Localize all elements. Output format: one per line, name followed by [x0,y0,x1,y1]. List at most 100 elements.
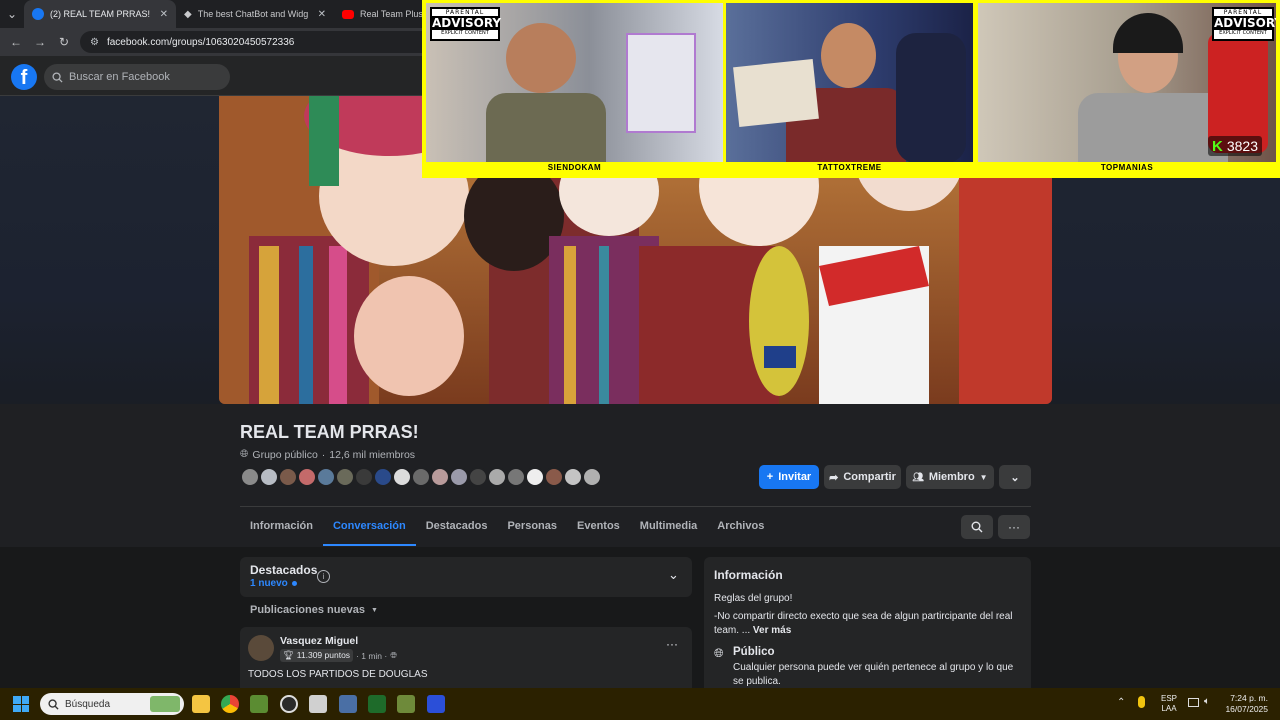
taskbar-search-placeholder: Búsqueda [65,698,111,710]
facebook-logo-icon[interactable]: f [11,64,37,90]
clock-date: 16/07/2025 [1225,704,1268,714]
windows-start-icon[interactable] [13,696,29,712]
avatar[interactable] [506,467,526,487]
tab-multimedia[interactable]: Multimedia [630,514,707,546]
back-arrow-icon[interactable]: ← [4,35,28,49]
cam-label: TOPMANIAS [1100,163,1154,172]
sort-dropdown[interactable]: Publicaciones nuevas ▼ [250,604,378,616]
lang-bottom: LAA [1161,704,1177,713]
see-more-link[interactable]: Ver más [753,625,791,636]
avatar[interactable] [354,467,374,487]
avatar[interactable] [392,467,412,487]
share-arrow-icon: ➦ [829,471,839,484]
post-time[interactable]: · 1 min · [356,651,387,661]
avatar[interactable] [468,467,488,487]
avatar[interactable] [316,467,336,487]
site-info-icon[interactable]: ⚙ [90,37,99,48]
avatar[interactable] [449,467,469,487]
tab-personas[interactable]: Personas [497,514,567,546]
media-player-icon[interactable] [368,695,386,713]
tab-destacados[interactable]: Destacados [416,514,498,546]
system-clock[interactable]: 7:24 p. m. 16/07/2025 [1222,693,1268,715]
tab-list-chevron-icon[interactable]: ⌄ [0,7,24,21]
globe-icon: 🌐︎ [240,448,249,460]
avatar[interactable] [248,635,274,661]
advisory-bottom: EXPLICIT CONTENT [1219,30,1267,36]
avatar[interactable] [563,467,583,487]
avatar[interactable] [373,467,393,487]
post-options-icon[interactable]: ··· [666,637,678,651]
share-button[interactable]: ➦ Compartir [824,465,901,489]
avatar[interactable] [240,467,260,487]
meta-separator: · [321,448,326,461]
ellipsis-icon: ··· [1008,520,1020,534]
public-desc: Cualquier persona puede ver quién perten… [733,662,1014,687]
avatar[interactable] [259,467,279,487]
chevron-down-icon[interactable]: ⌄ [668,567,679,583]
avatar[interactable] [335,467,355,487]
browser-tab-facebook[interactable]: (2) REAL TEAM PRRAS! | Facebo ✕ [24,0,176,28]
globe-icon: 🌐︎ [390,650,398,660]
post-meta: 🏆︎ 11.309 puntos · 1 min · 🌐︎ [280,649,397,662]
calculator-icon[interactable] [339,695,357,713]
viewer-count: 3823 [1226,138,1258,154]
tab-eventos[interactable]: Eventos [567,514,630,546]
tab-informacion[interactable]: Información [240,514,323,546]
info-icon[interactable]: i [317,570,330,583]
app-v-icon[interactable] [427,695,445,713]
widget-favicon-icon: ◆ [184,8,192,20]
browser-tab-youtube[interactable]: Real Team Plus [334,0,434,28]
group-more-button[interactable]: ··· [998,515,1030,539]
points-badge[interactable]: 🏆︎ 11.309 puntos [280,649,354,662]
youtube-favicon-icon [342,9,354,19]
browser-tab-chatbot[interactable]: ◆ The best ChatBot and Widgets ✕ [176,0,334,28]
forward-arrow-icon[interactable]: → [28,35,52,49]
tab-conversacion[interactable]: Conversación [322,514,416,546]
app-window-icon[interactable] [309,695,327,713]
facebook-favicon-icon [32,8,44,20]
reload-icon[interactable]: ↻ [52,35,76,49]
file-explorer-icon[interactable] [192,695,210,713]
webcam-tattoxtreme [726,3,973,162]
avatar[interactable] [278,467,298,487]
volume-icon[interactable]: 🔈︎ [1204,696,1210,707]
post-author[interactable]: Vasquez Miguel [280,635,358,647]
avatar[interactable] [297,467,317,487]
app-g-icon[interactable] [280,695,298,713]
app-cube-icon[interactable] [397,695,415,713]
chrome-icon[interactable] [221,695,239,713]
group-privacy[interactable]: Grupo público [252,449,317,461]
microphone-icon[interactable] [1138,696,1145,708]
avatar[interactable] [487,467,507,487]
close-tab-icon[interactable]: ✕ [318,9,326,20]
group-title[interactable]: REAL TEAM PRRAS! [240,422,419,443]
avatar[interactable] [525,467,545,487]
avatar[interactable] [430,467,450,487]
caret-down-icon: ▼ [370,606,378,614]
rules-text: -No compartir directo execto que sea de … [714,610,1024,638]
group-members-count[interactable]: 12,6 mil miembros [329,449,415,461]
minecraft-icon[interactable] [250,695,268,713]
chevron-down-icon: ▼ [979,472,988,482]
group-search-button[interactable] [961,515,993,539]
member-button[interactable]: 👥︎ Miembro ▼ [906,465,994,489]
facebook-search-input[interactable]: Buscar en Facebook [44,64,230,90]
more-actions-button[interactable]: ⌄ [999,465,1031,489]
search-icon [52,71,63,83]
cam-label: TATTOXTREME [817,163,882,172]
viewer-count-badge: K 3823 [1208,136,1262,156]
network-icon[interactable] [1188,698,1199,707]
search-icon [48,698,59,710]
tray-chevron-up-icon[interactable]: ⌃ [1117,697,1125,708]
invite-button[interactable]: + Invitar [759,465,819,489]
language-indicator[interactable]: ESP LAA [1161,694,1177,714]
taskbar-search-input[interactable]: Búsqueda [40,693,184,715]
avatar[interactable] [544,467,564,487]
search-placeholder: Buscar en Facebook [69,71,170,83]
avatar[interactable] [582,467,602,487]
close-tab-icon[interactable]: ✕ [160,9,168,20]
member-avatars[interactable] [240,467,602,487]
featured-new[interactable]: 1 nuevo [250,578,297,589]
avatar[interactable] [411,467,431,487]
tab-archivos[interactable]: Archivos [707,514,774,546]
